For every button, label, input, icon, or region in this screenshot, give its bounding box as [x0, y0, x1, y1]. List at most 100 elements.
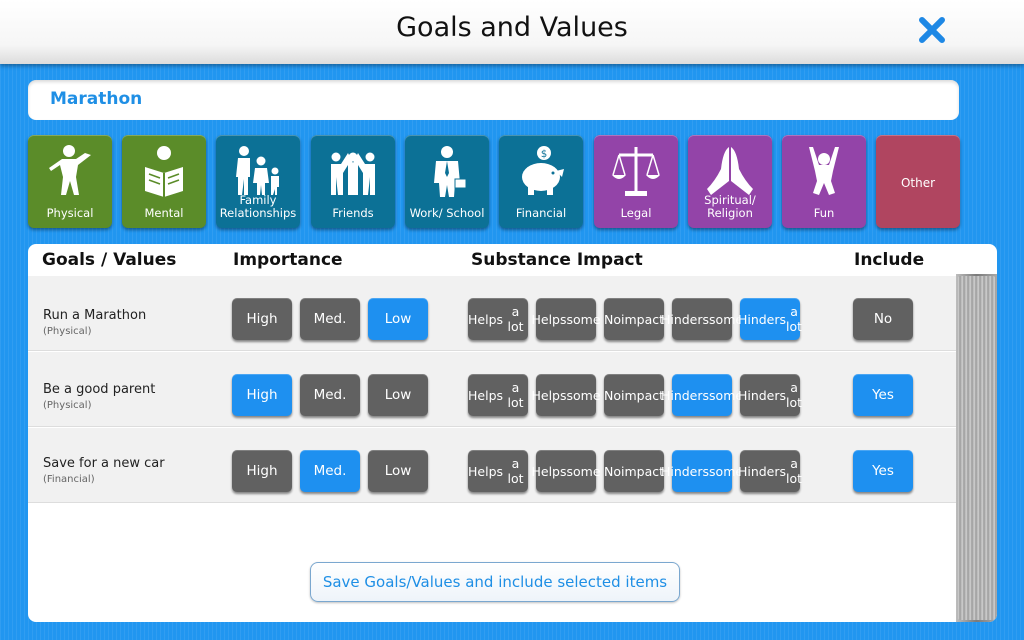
family-icon [236, 146, 279, 195]
category-mental[interactable]: Mental [122, 135, 206, 228]
scrollbar[interactable] [956, 274, 997, 622]
impact-hinders-a-lot-button[interactable]: Hinders a lot [738, 374, 803, 416]
category-label: Physical [46, 206, 94, 220]
impact-line: a lot [786, 456, 803, 486]
category-work-school[interactable]: Work/ School [405, 135, 489, 228]
impact-line: Helps [468, 463, 504, 479]
importance-med-button[interactable]: Med. [300, 298, 360, 340]
praying-hands-icon [707, 147, 753, 195]
close-button[interactable] [914, 12, 950, 48]
impact-no-impact-button[interactable]: No impact [604, 450, 664, 492]
impact-line: impact [620, 463, 665, 479]
importance-low-button[interactable]: Low [368, 374, 428, 416]
category-label: Family Relationships [219, 193, 297, 220]
category-label: Financial [515, 206, 567, 220]
category-other[interactable]: Other [876, 135, 960, 228]
goal-category: (Financial) [43, 474, 95, 485]
impact-line: Hinders [737, 463, 787, 479]
friends-icon [331, 152, 375, 195]
category-label: Legal [620, 206, 652, 220]
impact-line: some [566, 387, 601, 403]
importance-med-button[interactable]: Med. [300, 374, 360, 416]
mental-icon [145, 146, 183, 197]
impact-hinders-some-button[interactable]: Hinders some [661, 374, 743, 416]
impact-hinders-some-button[interactable]: Hinders some [661, 450, 743, 492]
header-importance: Importance [233, 250, 343, 270]
include-toggle[interactable]: Yes [853, 450, 913, 492]
category-physical[interactable]: Physical [28, 135, 112, 228]
impact-no-impact-button[interactable]: No impact [604, 374, 664, 416]
header-include: Include [854, 250, 925, 270]
importance-high-button[interactable]: High [232, 450, 292, 492]
svg-text:$: $ [541, 149, 547, 160]
category-label: Mental [144, 206, 184, 220]
impact-line: a lot [507, 380, 524, 410]
importance-low-button[interactable]: Low [368, 298, 428, 340]
physical-icon [49, 145, 91, 195]
category-label: Other [900, 176, 936, 190]
work-icon [434, 146, 467, 197]
page-title: Goals and Values [396, 12, 628, 43]
impact-helps-some-button[interactable]: Helps some [531, 450, 601, 492]
impact-line: Helps [468, 387, 504, 403]
table-row: Be a good parent (Physical) High Med. Lo… [28, 351, 956, 427]
include-toggle[interactable]: Yes [853, 374, 913, 416]
importance-high-button[interactable]: High [232, 374, 292, 416]
category-family-relationships[interactable]: Family Relationships [216, 135, 300, 228]
impact-line: Hinders [660, 387, 710, 403]
impact-line: a lot [507, 304, 524, 334]
impact-line: Helps [531, 311, 567, 327]
category-financial[interactable]: $ Financial [499, 135, 583, 228]
goal-name: Be a good parent [43, 382, 156, 397]
scrollbar-thumb[interactable] [958, 276, 995, 620]
table-row: Run a Marathon (Physical) High Med. Low … [28, 275, 956, 351]
impact-helps-some-button[interactable]: Helps some [531, 298, 601, 340]
category-label: Spiritual/ Religion [704, 193, 756, 220]
close-icon [919, 17, 945, 43]
header-substance-impact: Substance Impact [471, 250, 643, 270]
scales-icon [612, 147, 660, 196]
importance-low-button[interactable]: Low [368, 450, 428, 492]
impact-line: a lot [786, 304, 803, 334]
impact-helps-a-lot-button[interactable]: Helps a lot [468, 298, 528, 340]
impact-line: a lot [507, 456, 524, 486]
impact-line: some [566, 311, 601, 327]
category-spiritual-religion[interactable]: Spiritual/ Religion [688, 135, 772, 228]
piggy-bank-icon: $ [522, 146, 564, 195]
importance-high-button[interactable]: High [232, 298, 292, 340]
celebrate-icon [809, 147, 839, 195]
goal-category: (Physical) [43, 326, 92, 337]
impact-line: Hinders [737, 311, 787, 327]
header: Goals and Values [0, 0, 1024, 64]
impact-hinders-a-lot-button[interactable]: Hinders a lot [737, 450, 803, 492]
impact-helps-a-lot-button[interactable]: Helps a lot [468, 450, 528, 492]
header-goals-values: Goals / Values [42, 250, 177, 270]
goal-category: (Physical) [43, 400, 92, 411]
save-goals-values-button[interactable]: Save Goals/Values and include selected i… [310, 562, 680, 602]
impact-line: Helps [468, 311, 504, 327]
impact-line: impact [620, 387, 665, 403]
impact-line: Hinders [660, 463, 710, 479]
impact-line: No [603, 387, 621, 403]
importance-med-button[interactable]: Med. [300, 450, 360, 492]
impact-hinders-a-lot-button[interactable]: Hinders a lot [737, 298, 803, 340]
goal-name: Run a Marathon [43, 308, 147, 323]
goal-name-field[interactable]: Marathon [28, 80, 959, 120]
impact-hinders-some-button[interactable]: Hinders some [661, 298, 743, 340]
category-fun[interactable]: Fun [782, 135, 866, 228]
impact-line: No [603, 463, 621, 479]
impact-helps-some-button[interactable]: Helps some [531, 374, 601, 416]
goal-name: Save for a new car [43, 456, 165, 471]
category-friends[interactable]: Friends [311, 135, 395, 228]
impact-no-impact-button[interactable]: No impact [604, 298, 664, 340]
impact-line: some [566, 463, 601, 479]
category-legal[interactable]: Legal [594, 135, 678, 228]
impact-line: Helps [531, 387, 567, 403]
include-toggle[interactable]: No [853, 298, 913, 340]
impact-line: a lot [786, 380, 803, 410]
impact-helps-a-lot-button[interactable]: Helps a lot [468, 374, 528, 416]
category-label: Work/ School [409, 206, 485, 220]
impact-line: impact [620, 311, 665, 327]
impact-line: Hinders [660, 311, 710, 327]
impact-line: No [603, 311, 621, 327]
